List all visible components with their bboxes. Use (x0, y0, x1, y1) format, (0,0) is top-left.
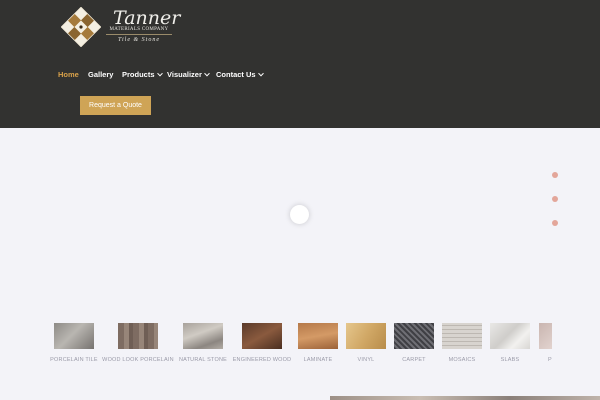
nav-item-products[interactable]: Products (122, 69, 163, 81)
slider-dot-2[interactable] (552, 196, 558, 202)
category-partial[interactable]: P (538, 323, 552, 365)
category-label: ENGINEERED WOOD (232, 357, 292, 363)
nav-item-products-label: Products (122, 70, 155, 79)
wood-look-porcelain-thumbnail (118, 323, 158, 349)
category-label: SLABS (500, 357, 520, 363)
brand-tagline: Tile & Stone (118, 37, 160, 43)
site-header: Tanner MATERIALS COMPANY Tile & Stone Ho… (0, 0, 600, 128)
brand-subtitle: MATERIALS COMPANY (106, 27, 172, 35)
nav-item-gallery[interactable]: Gallery (88, 69, 113, 81)
category-engineered-wood[interactable]: ENGINEERED WOOD (232, 323, 292, 365)
category-label: CARPET (402, 357, 426, 363)
brand-name: Tanner (113, 7, 181, 29)
category-label: LAMINATE (303, 357, 333, 363)
category-vinyl[interactable]: VINYL (345, 323, 387, 365)
category-label: VINYL (357, 357, 375, 363)
laminate-thumbnail (298, 323, 338, 349)
category-carpet[interactable]: CARPET (393, 323, 435, 365)
vinyl-thumbnail (346, 323, 386, 349)
chevron-down-icon (156, 70, 163, 77)
slider-dot-1[interactable] (552, 172, 558, 178)
category-label: WOOD LOOK PORCELAIN (102, 357, 174, 363)
nav-item-visualizer[interactable]: Visualizer (167, 69, 210, 81)
hero-image-strip (330, 396, 600, 400)
partial-category-thumbnail (539, 323, 552, 349)
category-label: P (548, 357, 552, 363)
category-porcelain-tile[interactable]: PORCELAIN TILE (48, 323, 100, 365)
diamond-tile-logo-icon (61, 7, 101, 47)
category-laminate[interactable]: LAMINATE (296, 323, 340, 365)
porcelain-tile-thumbnail (54, 323, 94, 349)
category-slabs[interactable]: SLABS (489, 323, 531, 365)
nav-item-visualizer-label: Visualizer (167, 70, 202, 79)
brand-logo[interactable]: Tanner MATERIALS COMPANY Tile & Stone (61, 7, 180, 47)
category-mosaics[interactable]: MOSAICS (441, 323, 483, 365)
chevron-down-icon (204, 70, 210, 77)
natural-stone-thumbnail (183, 323, 223, 349)
nav-item-contact-us[interactable]: Contact Us (216, 69, 264, 81)
category-label: PORCELAIN TILE (50, 357, 98, 363)
chevron-down-icon (257, 70, 264, 77)
category-natural-stone[interactable]: NATURAL STONE (178, 323, 228, 365)
loading-spinner-icon (290, 205, 309, 224)
category-wood-look-porcelain[interactable]: WOOD LOOK PORCELAIN (102, 323, 174, 365)
category-label: MOSAICS (448, 357, 476, 363)
category-label: NATURAL STONE (178, 357, 228, 363)
request-quote-button[interactable]: Request a Quote (80, 96, 151, 115)
slabs-thumbnail (490, 323, 530, 349)
mosaics-thumbnail (442, 323, 482, 349)
engineered-wood-thumbnail (242, 323, 282, 349)
carpet-thumbnail (394, 323, 434, 349)
slider-dot-3[interactable] (552, 220, 558, 226)
nav-item-contact-label: Contact Us (216, 70, 256, 79)
nav-item-home[interactable]: Home (58, 69, 79, 81)
